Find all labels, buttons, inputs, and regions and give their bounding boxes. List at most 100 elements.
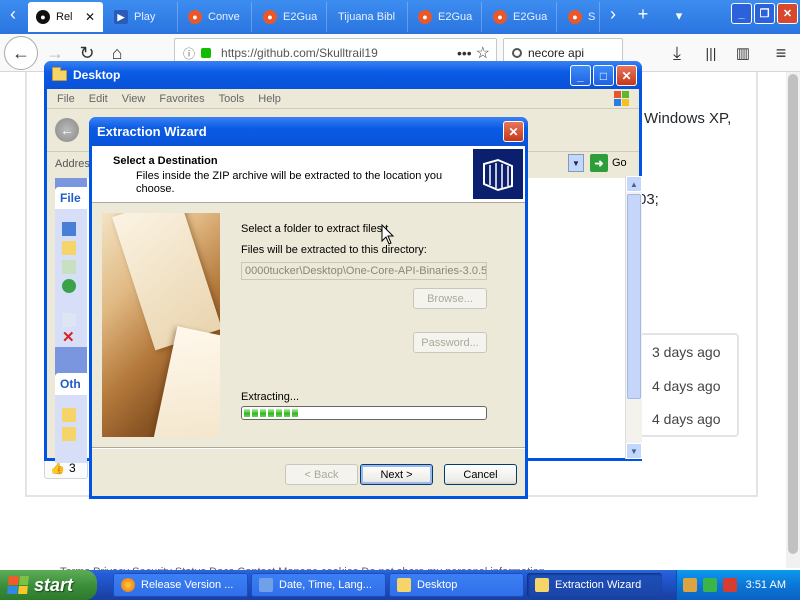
tab-scroll-left-icon[interactable]: ‹ [2, 4, 24, 25]
wizard-title: Extraction Wizard [97, 124, 207, 139]
duckduckgo-icon: ● [568, 10, 582, 24]
tab-label: E2Gua [283, 11, 318, 23]
cancel-button[interactable]: Cancel [444, 464, 517, 485]
start-label: start [34, 574, 74, 595]
tab-conve[interactable]: ● Conve [180, 2, 252, 32]
security-shield-icon[interactable] [723, 578, 737, 592]
tab-releases[interactable]: ● Rel ✕ [28, 2, 103, 32]
search-value: necore api [528, 46, 585, 60]
wizard-header: Select a Destination Files inside the ZI… [92, 146, 525, 203]
folder-icon [535, 578, 549, 592]
download-icon[interactable]: ⤓ [662, 39, 692, 67]
taskbar-item-extraction-wizard[interactable]: Extraction Wizard [527, 573, 662, 597]
copy-task-icon[interactable] [62, 260, 76, 274]
extraction-progress-bar [241, 406, 487, 420]
windows-logo-icon [614, 91, 629, 106]
tab-tijuana[interactable]: Tijuana Bibl [330, 2, 408, 32]
wizard-heading: Select a Destination [113, 155, 218, 167]
bookmark-star-icon[interactable]: ☆ [476, 43, 490, 63]
back-button[interactable]: < Back [285, 464, 358, 485]
menu-edit[interactable]: Edit [89, 93, 108, 105]
info-icon[interactable]: ⓘ [183, 45, 195, 62]
go-label: Go [612, 157, 627, 169]
taskbar-item-date-time[interactable]: Date, Time, Lang... [251, 573, 386, 597]
menu-tools[interactable]: Tools [219, 93, 245, 105]
tab-e2gua-3[interactable]: ● E2Gua [485, 2, 557, 32]
tab-e2gua-2[interactable]: ● E2Gua [410, 2, 482, 32]
start-button[interactable]: start [0, 570, 97, 600]
taskbar: start Release Version ... Date, Time, La… [0, 570, 800, 600]
wizard-subheading: Files inside the ZIP archive will be ext… [136, 170, 443, 195]
zip-folder-icon [473, 149, 523, 199]
tab-e2gua-1[interactable]: ● E2Gua [255, 2, 327, 32]
new-tab-icon[interactable]: + [632, 4, 654, 25]
thumbs-up-icon: 👍 [50, 461, 65, 475]
browse-button[interactable]: Browse... [413, 288, 487, 309]
close-window-icon[interactable]: ✕ [777, 3, 798, 24]
folder-icon[interactable] [62, 427, 76, 441]
sidebar-icon[interactable]: ▥ [728, 39, 758, 67]
minimize-icon[interactable]: _ [731, 3, 752, 24]
page-scrollbar-thumb[interactable] [788, 74, 798, 554]
menu-icon[interactable]: ≡ [766, 39, 796, 67]
tab-list-icon[interactable]: ▾ [668, 8, 690, 24]
close-icon[interactable]: ✕ [503, 121, 524, 142]
email-task-icon[interactable] [62, 313, 76, 327]
library-icon[interactable]: ||| [696, 39, 726, 67]
close-tab-icon[interactable]: ✕ [85, 10, 95, 24]
tab-s[interactable]: ● S [560, 2, 600, 32]
taskbar-item-desktop[interactable]: Desktop [389, 573, 524, 597]
taskbar-item-release[interactable]: Release Version ... [113, 573, 248, 597]
address-dropdown-icon[interactable]: ▼ [568, 154, 584, 172]
back-arrow-icon[interactable]: ← [55, 118, 79, 142]
network-icon[interactable] [683, 578, 697, 592]
page-actions-icon[interactable]: ••• [457, 45, 472, 61]
scroll-down-icon[interactable]: ▼ [626, 443, 642, 459]
explorer-titlebar[interactable]: Desktop _ □ ✕ [44, 61, 642, 89]
scroll-up-icon[interactable]: ▲ [626, 176, 642, 192]
progress-block [292, 409, 298, 417]
maximize-icon[interactable]: □ [593, 65, 614, 86]
folder-task-icon[interactable] [62, 241, 76, 255]
tab-scroll-right-icon[interactable]: › [602, 4, 624, 25]
explorer-scrollbar[interactable]: ▲ ▼ [625, 176, 642, 459]
play-icon: ▶ [114, 10, 128, 24]
panel-header[interactable]: Oth [55, 373, 87, 395]
menu-view[interactable]: View [122, 93, 146, 105]
commit-time: 3 days ago [652, 344, 721, 360]
next-button[interactable]: Next > [360, 464, 433, 485]
progress-block [244, 409, 250, 417]
delete-icon[interactable]: ✕ [62, 330, 76, 345]
tab-label: S [588, 11, 596, 23]
page-scrollbar[interactable] [786, 72, 800, 568]
restore-icon[interactable]: ❐ [754, 3, 775, 24]
minimize-icon[interactable]: _ [570, 65, 591, 86]
back-arrow-icon[interactable]: ← [4, 36, 38, 70]
menu-help[interactable]: Help [258, 93, 281, 105]
duckduckgo-icon: ● [493, 10, 507, 24]
folder-icon[interactable] [62, 408, 76, 422]
taskbar-item-label: Desktop [417, 579, 458, 591]
search-icon [512, 48, 522, 58]
taskbar-item-label: Date, Time, Lang... [279, 579, 372, 591]
explorer-scrollbar-thumb[interactable] [627, 194, 641, 399]
go-button[interactable]: ➜ Go [590, 154, 627, 172]
wizard-divider [92, 447, 525, 449]
folder-icon [397, 578, 411, 592]
window-task-icon[interactable] [62, 222, 76, 236]
duckduckgo-icon: ● [418, 10, 432, 24]
panel-header[interactable]: File [55, 187, 87, 209]
commit-time: 4 days ago [652, 378, 721, 394]
wizard-titlebar[interactable]: Extraction Wizard [89, 117, 528, 146]
password-button[interactable]: Password... [413, 332, 487, 353]
tab-label: Conve [208, 11, 240, 23]
close-icon[interactable]: ✕ [616, 65, 637, 86]
web-task-icon[interactable] [62, 279, 76, 293]
update-icon[interactable] [703, 578, 717, 592]
tab-label: E2Gua [438, 11, 473, 23]
explorer-menubar: File Edit View Favorites Tools Help [47, 89, 639, 109]
menu-favorites[interactable]: Favorites [159, 93, 204, 105]
menu-file[interactable]: File [57, 93, 75, 105]
progress-block [252, 409, 258, 417]
tab-play[interactable]: ▶ Play [106, 2, 178, 32]
